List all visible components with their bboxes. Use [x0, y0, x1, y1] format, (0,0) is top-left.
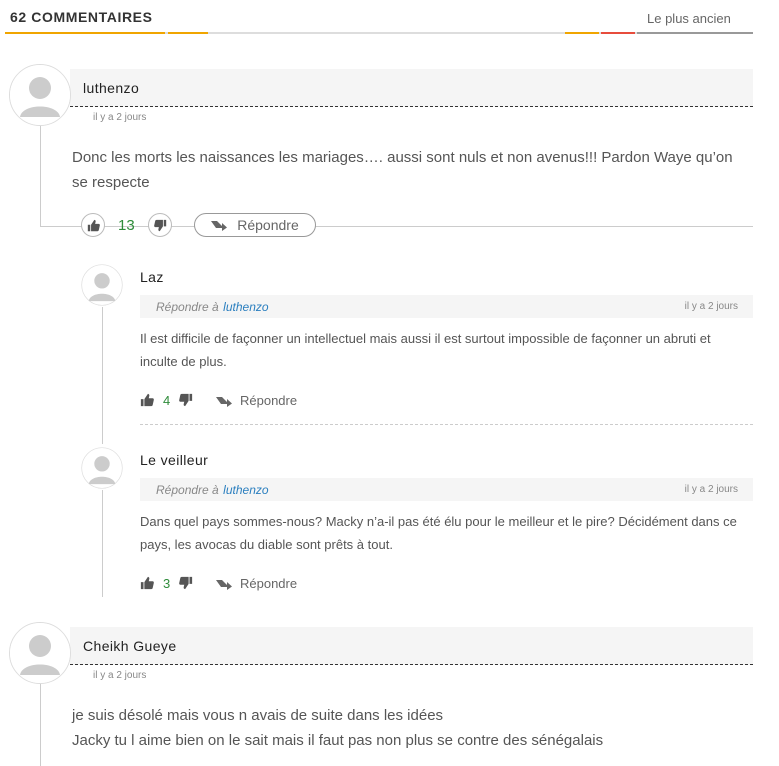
- thumbs-down-icon: [153, 219, 166, 231]
- like-button[interactable]: [140, 393, 154, 412]
- reply-author[interactable]: Laz: [140, 269, 164, 285]
- reply-arrow-icon: [211, 221, 228, 231]
- reply-arrow-icon: [216, 396, 232, 407]
- reply-button-label: Répondre: [237, 217, 299, 233]
- reply-date[interactable]: il y a 2 jours: [685, 301, 738, 312]
- comment-date[interactable]: il y a 2 jours: [93, 670, 146, 681]
- comment-author[interactable]: luthenzo: [83, 80, 139, 96]
- dislike-button[interactable]: [179, 393, 193, 412]
- avatar[interactable]: [81, 447, 123, 489]
- like-button[interactable]: [81, 213, 105, 237]
- reply-arrow-icon: [216, 579, 232, 590]
- avatar[interactable]: [9, 622, 71, 684]
- comment-body: je suis désolé mais vous n avais de suit…: [72, 703, 742, 753]
- reply-date[interactable]: il y a 2 jours: [685, 484, 738, 495]
- like-count: 13: [118, 217, 135, 234]
- comment-header-bar: [70, 69, 753, 107]
- comment-body-line: Jacky tu l aime bien on le sait mais il …: [72, 732, 604, 749]
- comment-body-line: je suis désolé mais vous n avais de suit…: [72, 707, 444, 724]
- like-count: 4: [163, 393, 171, 408]
- reply-to-label: Répondre à: [156, 299, 219, 314]
- reply-body: Il est difficile de façonner un intellec…: [140, 331, 711, 369]
- header-accent-left: [5, 32, 165, 34]
- header-accent-left-2: [168, 32, 208, 34]
- thumbs-up-icon: [87, 219, 100, 231]
- thread-line-horizontal: [40, 226, 753, 227]
- reply-author[interactable]: Le veilleur: [140, 452, 208, 468]
- comments-count-title: 62 COMMENTAIRES: [10, 9, 153, 25]
- like-count: 3: [163, 576, 171, 591]
- reply-thread-line: [102, 490, 103, 597]
- reply-to-bar: Répondre à luthenzo il y a 2 jours: [140, 478, 753, 501]
- reply-to-user-link[interactable]: luthenzo: [223, 483, 268, 497]
- user-avatar-icon: [81, 447, 123, 489]
- thumbs-down-icon: [179, 576, 193, 590]
- thread-line: [40, 684, 41, 766]
- comment-author[interactable]: Cheikh Gueye: [83, 638, 177, 654]
- reply-button[interactable]: Répondre: [194, 213, 316, 237]
- user-avatar-icon: [10, 65, 70, 125]
- reply-to-user-link[interactable]: luthenzo: [223, 300, 268, 314]
- reply-to-bar: Répondre à luthenzo il y a 2 jours: [140, 295, 753, 318]
- dislike-button[interactable]: [148, 213, 172, 237]
- avatar[interactable]: [9, 64, 71, 126]
- user-avatar-icon: [10, 623, 70, 683]
- reply-thread-line: [102, 307, 103, 444]
- reply-button[interactable]: Répondre: [216, 393, 297, 408]
- header-accent-right-1: [565, 32, 599, 34]
- reply-button[interactable]: Répondre: [216, 576, 297, 591]
- reply-body: Dans quel pays sommes-nous? Macky n’a-il…: [140, 514, 737, 552]
- reply-button-label: Répondre: [240, 576, 298, 591]
- thumbs-up-icon: [140, 576, 154, 590]
- sort-order-selector[interactable]: Le plus ancien: [647, 11, 731, 26]
- header-accent-right-2: [601, 32, 635, 34]
- header-accent-right-3: [637, 32, 753, 34]
- comment-body: Donc les morts les naissances les mariag…: [72, 149, 733, 191]
- thread-line: [40, 126, 41, 227]
- reply-button-label: Répondre: [240, 393, 298, 408]
- thumbs-up-icon: [140, 393, 154, 407]
- comment-date[interactable]: il y a 2 jours: [93, 112, 146, 123]
- user-avatar-icon: [81, 264, 123, 306]
- reply-to-label: Répondre à: [156, 482, 219, 497]
- reply-divider: [140, 424, 753, 425]
- dislike-button[interactable]: [179, 576, 193, 595]
- like-button[interactable]: [140, 576, 154, 595]
- avatar[interactable]: [81, 264, 123, 306]
- thumbs-down-icon: [179, 393, 193, 407]
